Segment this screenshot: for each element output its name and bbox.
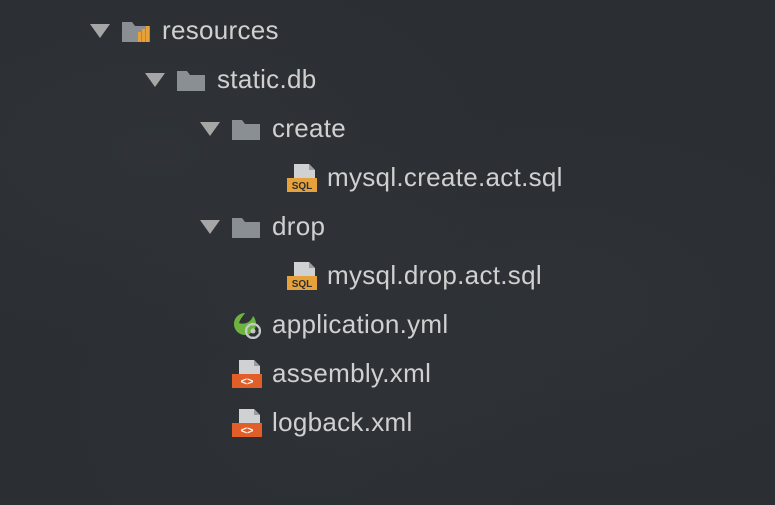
xml-file-icon: <> [230,409,262,437]
sql-file-icon: SQL [285,261,317,291]
tree-node-create[interactable]: create [0,104,775,153]
sql-file-icon: SQL [285,163,317,193]
tree-node-mysql-drop-sql[interactable]: SQL mysql.drop.act.sql [0,251,775,300]
chevron-down-icon[interactable] [200,220,220,234]
folder-icon [175,66,207,94]
chevron-down-icon[interactable] [200,122,220,136]
tree-node-assembly-xml[interactable]: <> assembly.xml [0,349,775,398]
tree-node-static-db[interactable]: static.db [0,55,775,104]
tree-node-label: logback.xml [272,407,413,438]
tree-node-application-yml[interactable]: application.yml [0,300,775,349]
tree-node-label: drop [272,211,325,242]
spring-config-icon [230,311,262,339]
tree-node-label: mysql.drop.act.sql [327,260,542,291]
tree-node-drop[interactable]: drop [0,202,775,251]
xml-file-icon: <> [230,360,262,388]
tree-node-label: resources [162,15,279,46]
svg-text:<>: <> [241,376,254,388]
tree-node-logback-xml[interactable]: <> logback.xml [0,398,775,447]
svg-text:SQL: SQL [292,181,313,192]
tree-node-mysql-create-sql[interactable]: SQL mysql.create.act.sql [0,153,775,202]
tree-node-label: static.db [217,64,317,95]
svg-text:<>: <> [241,425,254,437]
tree-node-label: mysql.create.act.sql [327,162,563,193]
resources-folder-icon [120,17,152,45]
tree-node-label: assembly.xml [272,358,431,389]
chevron-down-icon[interactable] [90,24,110,38]
tree-node-label: application.yml [272,309,448,340]
folder-icon [230,115,262,143]
tree-node-resources[interactable]: resources [0,6,775,55]
chevron-down-icon[interactable] [145,73,165,87]
svg-text:SQL: SQL [292,279,313,290]
tree-node-label: create [272,113,346,144]
folder-icon [230,213,262,241]
